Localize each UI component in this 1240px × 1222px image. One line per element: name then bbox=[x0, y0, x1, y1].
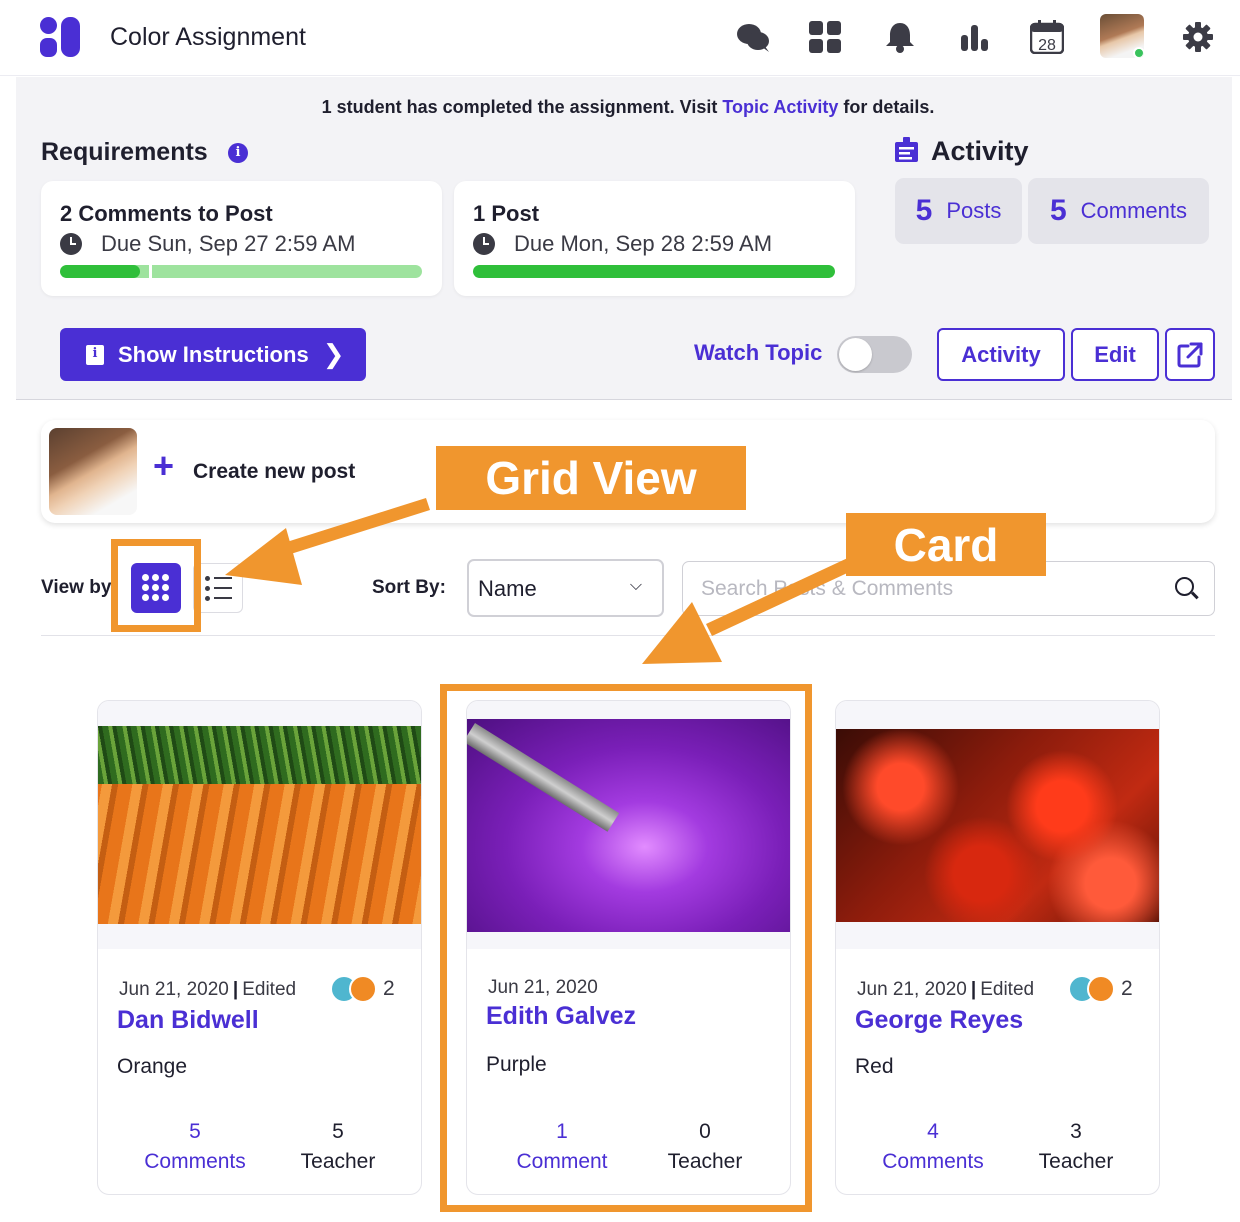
annotation-arrows bbox=[225, 498, 858, 664]
grid-view-annotation: Grid View bbox=[436, 446, 746, 510]
card-annotation: Card bbox=[846, 513, 1046, 576]
card-arrow-shaft bbox=[706, 556, 858, 636]
grid-view-arrow-shaft bbox=[274, 498, 430, 558]
card-arrow-head bbox=[642, 602, 722, 664]
grid-view-arrow-head bbox=[225, 528, 302, 585]
app-frame: Color Assignment 28 1 student has comple… bbox=[0, 0, 1240, 1222]
